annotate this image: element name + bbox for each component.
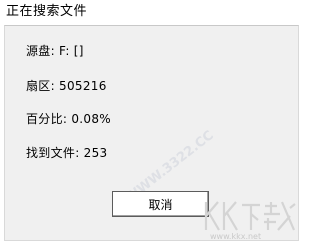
source-disk-text: 源盘: F: [] xyxy=(26,44,84,58)
percent-text: 百分比: 0.08% xyxy=(26,112,111,126)
title-bar: 正在搜索文件 xyxy=(0,0,303,24)
found-files-text: 找到文件: 253 xyxy=(26,146,108,160)
search-files-dialog: 正在搜索文件 源盘: F: [] 扇区: 505216 百分比: 0.08% 找… xyxy=(0,0,303,245)
cancel-button[interactable]: 取消 xyxy=(112,191,209,217)
window-title: 正在搜索文件 xyxy=(6,4,88,19)
dialog-content: 源盘: F: [] 扇区: 505216 百分比: 0.08% 找到文件: 25… xyxy=(4,25,299,241)
sector-text: 扇区: 505216 xyxy=(26,79,107,93)
